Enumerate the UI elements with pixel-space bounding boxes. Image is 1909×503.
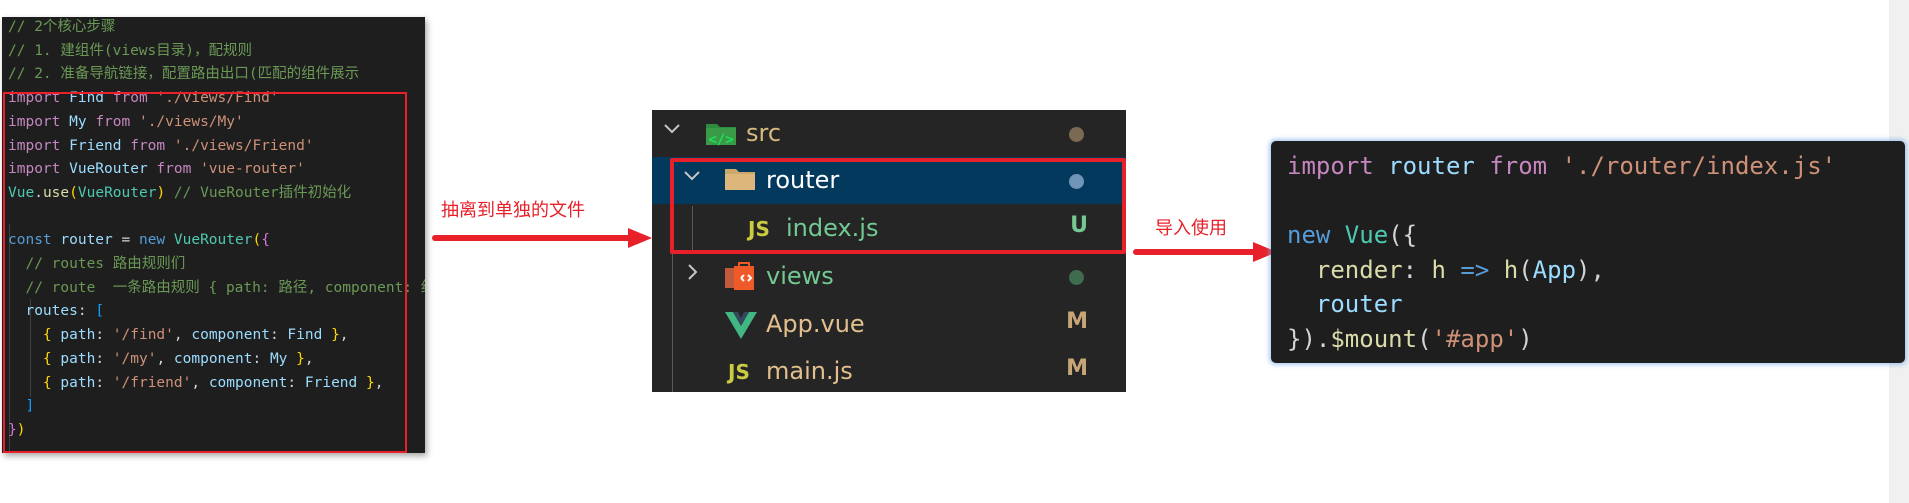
git-status-badge: M: [1066, 356, 1088, 381]
code-token: router: [1388, 152, 1490, 180]
arrow-label-import: 导入使用: [1155, 218, 1227, 239]
code-token: from: [1489, 152, 1562, 180]
code-token: router: [1287, 290, 1403, 318]
code-line: // 2. 准备导航链接，配置路由出口(匹配的组件展示: [8, 63, 359, 86]
code-token: (: [1518, 255, 1533, 284]
code-token: '#app': [1431, 324, 1519, 353]
code-line: import router from './router/index.js': [1287, 149, 1836, 183]
explorer-item-label: src: [746, 119, 782, 147]
code-line: new Vue({: [1287, 218, 1417, 252]
code-line: // 2个核心步骤: [8, 17, 115, 39]
code-line: render: h => h(App),: [1287, 253, 1605, 287]
code-token: ({: [1388, 221, 1418, 249]
explorer-item-main-js[interactable]: JS main.js M: [652, 348, 1126, 395]
git-status-dot: [1069, 270, 1084, 285]
views-folder-icon: [724, 262, 756, 294]
explorer-item-src[interactable]: </> src: [652, 110, 1126, 157]
code-token: (: [1417, 324, 1432, 353]
vue-icon: [724, 310, 758, 344]
code-token: =>: [1460, 255, 1504, 284]
arrow-import: [1133, 249, 1263, 255]
src-folder-icon: </>: [704, 119, 738, 151]
code-token: :: [1402, 255, 1432, 284]
arrow-extract: [432, 235, 632, 241]
main-js-code-panel: import router from './router/index.js' ne…: [1271, 141, 1905, 363]
code-token: import: [1287, 152, 1389, 180]
code-token: // 2个核心步骤: [8, 19, 116, 35]
code-token: Vue: [1344, 221, 1389, 249]
code-token: $mount: [1330, 324, 1418, 353]
highlight-box-router-folder: [670, 158, 1126, 254]
explorer-item-label: views: [766, 262, 834, 290]
code-token: .: [1315, 324, 1331, 353]
arrow-label-extract: 抽离到单独的文件: [441, 200, 585, 221]
svg-text:</>: </>: [708, 132, 733, 147]
arrow-extract-head: [628, 228, 652, 248]
git-status-dot: [1069, 127, 1084, 142]
explorer-item-label: main.js: [766, 357, 853, 385]
code-token: App: [1532, 255, 1577, 284]
chevron-right-icon[interactable]: [682, 262, 702, 288]
explorer-item-label: App.vue: [766, 310, 865, 338]
code-token: render: [1287, 255, 1403, 284]
code-token: }): [1287, 324, 1316, 353]
explorer-item-views[interactable]: views: [652, 253, 1126, 300]
code-token: './router/index.js': [1561, 152, 1837, 180]
code-line: // 1. 建组件(views目录)，配规则: [8, 40, 252, 63]
code-token: h: [1431, 255, 1461, 284]
chevron-down-icon[interactable]: [662, 119, 682, 145]
code-token: // 2. 准备导航链接，配置路由出口(匹配的组件展示: [8, 66, 360, 83]
code-token: ): [1518, 324, 1533, 353]
code-token: // 1. 建组件(views目录)，配规则: [8, 42, 252, 59]
code-token: new: [1287, 221, 1345, 249]
code-token: ),: [1576, 255, 1605, 284]
code-line: router: [1287, 287, 1403, 321]
code-line: }).$mount('#app'): [1287, 322, 1533, 356]
code-token: h: [1503, 255, 1519, 284]
git-status-badge: M: [1066, 309, 1088, 334]
explorer-item-app-vue[interactable]: App.vue M: [652, 301, 1126, 348]
highlight-box-router-code: [3, 92, 407, 453]
js-icon: JS: [728, 360, 750, 384]
